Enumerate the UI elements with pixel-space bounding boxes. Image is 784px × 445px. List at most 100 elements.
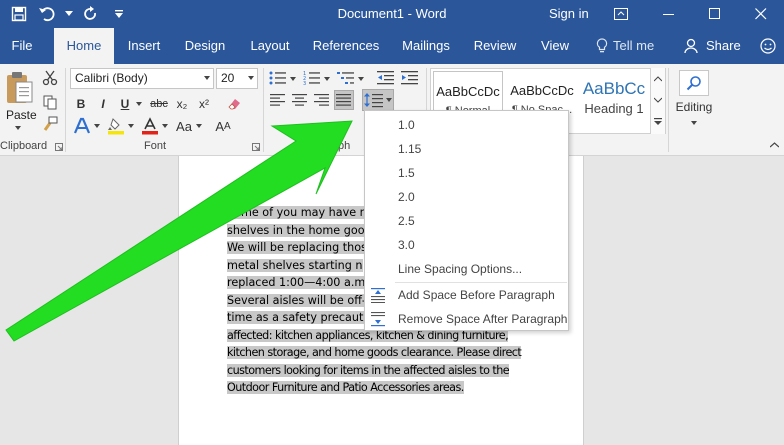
line-spacing-icon: [364, 93, 383, 108]
editing-button[interactable]: Editing: [672, 68, 716, 140]
copy-icon[interactable]: [40, 92, 60, 112]
underline-dropdown-icon[interactable]: [136, 102, 142, 106]
chevron-down-icon[interactable]: [248, 76, 254, 80]
align-right-icon[interactable]: [312, 90, 332, 110]
editing-dropdown-icon[interactable]: [691, 121, 697, 125]
tab-view[interactable]: View: [534, 28, 576, 64]
paste-label: Paste: [6, 108, 37, 122]
tab-file[interactable]: File: [0, 28, 44, 64]
spacing-option-3-0[interactable]: 3.0: [365, 233, 568, 257]
highlight-color-icon[interactable]: [106, 116, 126, 136]
decrease-indent-icon[interactable]: [376, 68, 396, 88]
spacing-option-1-0[interactable]: 1.0: [365, 113, 568, 137]
minimize-icon[interactable]: [646, 0, 692, 28]
bold-button[interactable]: B: [74, 94, 88, 114]
style-name: Heading 1: [584, 101, 644, 116]
strikethrough-button[interactable]: abc: [148, 94, 170, 114]
font-name-combo[interactable]: Calibri (Body): [70, 68, 214, 89]
underline-button[interactable]: U: [118, 94, 132, 114]
remove-space-after-item[interactable]: Remove Space After Paragraph: [365, 307, 568, 331]
close-icon[interactable]: [738, 0, 784, 28]
highlight-dropdown-icon[interactable]: [128, 124, 134, 128]
clear-formatting-icon[interactable]: [224, 94, 244, 114]
selected-text: shelves in the home good: [227, 223, 372, 237]
change-case-button[interactable]: Aa: [172, 116, 196, 136]
more-styles-icon[interactable]: [654, 118, 662, 126]
chevron-up-icon[interactable]: [654, 76, 662, 82]
align-center-icon[interactable]: [290, 90, 310, 110]
bullets-dropdown-icon[interactable]: [290, 77, 296, 81]
menu-item-label: 2.5: [398, 214, 415, 228]
paste-button[interactable]: Paste: [2, 68, 37, 134]
grow-font-icon[interactable]: A: [215, 119, 224, 134]
spacing-option-1-15[interactable]: 1.15: [365, 137, 568, 161]
chevron-down-icon[interactable]: [204, 76, 210, 80]
italic-button[interactable]: I: [96, 94, 110, 114]
line-spacing-dropdown-icon[interactable]: [386, 98, 392, 102]
maximize-icon[interactable]: [692, 0, 738, 28]
text-effects-dropdown-icon[interactable]: [94, 124, 100, 128]
font-color-dropdown-icon[interactable]: [162, 124, 168, 128]
cut-icon[interactable]: [40, 68, 60, 88]
group-divider: [263, 68, 264, 152]
feedback-smiley-icon[interactable]: [760, 38, 776, 54]
collapse-ribbon-icon[interactable]: [770, 142, 779, 148]
line-spacing-options-item[interactable]: Line Spacing Options...: [365, 257, 568, 281]
font-color-icon[interactable]: [140, 116, 160, 136]
line-spacing-button[interactable]: [362, 89, 394, 111]
numbering-icon[interactable]: 123: [302, 68, 322, 88]
font-launcher-icon[interactable]: [252, 143, 260, 151]
grow-shrink-font-buttons[interactable]: AA: [208, 116, 238, 136]
tab-insert[interactable]: Insert: [121, 28, 167, 64]
tell-me-label: Tell me: [613, 38, 655, 53]
share-button[interactable]: Share: [684, 28, 741, 64]
numbering-dropdown-icon[interactable]: [324, 77, 330, 81]
bullets-icon[interactable]: [268, 68, 288, 88]
text-line[interactable]: customers looking for items in the affec…: [227, 362, 539, 380]
align-left-icon[interactable]: [268, 90, 288, 110]
sign-in-link[interactable]: Sign in: [549, 6, 589, 21]
tab-home[interactable]: Home: [54, 28, 114, 64]
font-size-combo[interactable]: 20: [216, 68, 258, 89]
subscript-button[interactable]: x₂: [174, 94, 190, 114]
change-case-dropdown-icon[interactable]: [196, 124, 202, 128]
ribbon-tabs: File Home Insert Design Layout Reference…: [0, 28, 784, 64]
selected-text: replaced 1:00—4:00 a.m.: [227, 276, 369, 289]
shrink-font-icon[interactable]: A: [224, 121, 231, 132]
tab-mailings[interactable]: Mailings: [396, 28, 456, 64]
font-group-label: Font: [144, 140, 167, 152]
chevron-down-icon[interactable]: [654, 97, 662, 103]
style-sample: AaBbCcDc: [510, 83, 574, 98]
text-line[interactable]: kitchen storage, and home goods clearanc…: [227, 344, 539, 362]
tab-design[interactable]: Design: [180, 28, 230, 64]
superscript-button[interactable]: x²: [196, 94, 212, 114]
spacing-option-2-0[interactable]: 2.0: [365, 185, 568, 209]
spacing-option-1-5[interactable]: 1.5: [365, 161, 568, 185]
multilevel-list-icon[interactable]: [336, 68, 356, 88]
text-line[interactable]: Outdoor Furniture and Patio Accessories …: [227, 379, 539, 397]
title-bar: Document1 - Word Sign in: [0, 0, 784, 28]
find-icon: [679, 70, 709, 96]
remove-space-after-icon: [371, 312, 385, 327]
justify-icon[interactable]: [334, 90, 354, 110]
selected-text: Some of you may have n: [227, 206, 367, 219]
lightbulb-icon: [596, 38, 608, 53]
clipboard-launcher-icon[interactable]: [55, 143, 63, 151]
style-heading-1[interactable]: AaBbCc Heading 1: [579, 71, 649, 131]
increase-indent-icon[interactable]: [400, 68, 420, 88]
tab-references[interactable]: References: [310, 28, 382, 64]
share-label: Share: [706, 38, 741, 53]
format-painter-icon[interactable]: [40, 114, 60, 134]
tab-review[interactable]: Review: [470, 28, 520, 64]
paste-dropdown-icon[interactable]: [15, 126, 21, 130]
text-effects-icon[interactable]: [72, 116, 92, 136]
add-space-before-item[interactable]: Add Space Before Paragraph: [365, 283, 568, 307]
selected-text: kitchen storage, and home goods clearanc…: [227, 346, 522, 359]
tell-me-search[interactable]: Tell me: [596, 28, 654, 64]
spacing-option-2-5[interactable]: 2.5: [365, 209, 568, 233]
styles-scrollbar[interactable]: [650, 68, 665, 134]
selected-text: Outdoor Furniture and Patio Accessories …: [227, 381, 464, 394]
ribbon-display-options-icon[interactable]: [596, 0, 646, 28]
multilevel-dropdown-icon[interactable]: [358, 77, 364, 81]
tab-layout[interactable]: Layout: [244, 28, 296, 64]
